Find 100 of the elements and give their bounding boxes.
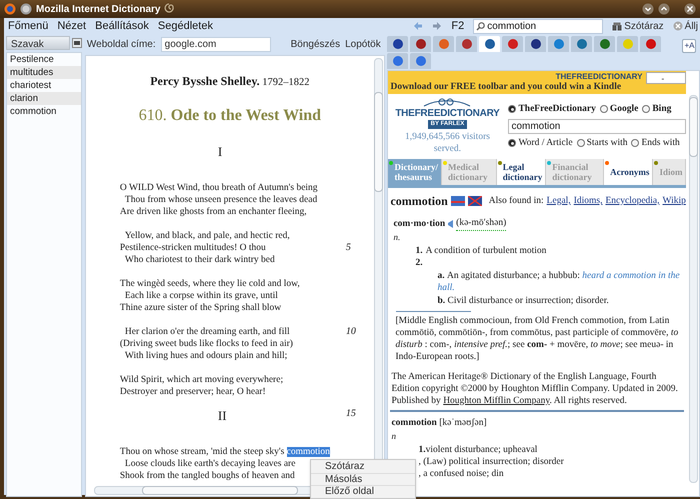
circle-icon [20,3,32,15]
sense-number: 1. [418,444,426,456]
menu-item[interactable]: Segédletek [158,18,213,34]
line-number: 10 [346,326,356,338]
back-arrow-icon [413,21,424,31]
toolbar-link-button[interactable]: Lopótök [345,37,381,52]
word-list-item[interactable]: clarion [7,92,81,105]
minimize-icon [642,3,654,15]
poem-line: Shook from the tangled boughs of heaven and [120,470,295,482]
radio-option[interactable]: Starts with [576,136,628,150]
menu-item[interactable]: Nézet [57,18,86,34]
poem-line: Pestilence-stricken multitudes! O thou [120,242,266,254]
search-icon [476,22,486,30]
logo-text: THEFREEDICTIONARY [395,107,500,120]
section-heading: I [218,142,222,161]
definition: b. Civil disturbance or insurrection; disorder. [437,296,609,306]
site-tab[interactable] [387,36,408,52]
poem-line: Are driven like ghosts from an enchanter fleeing, [120,206,307,218]
menu-item[interactable]: Szótáraz [311,461,415,473]
scrollbar-thumb[interactable] [142,486,298,495]
site-tab[interactable] [502,36,524,52]
scrollbar-thumb[interactable] [689,97,698,157]
radio-button[interactable] [600,105,608,114]
link[interactable]: Wikip [662,194,686,208]
poem-line: Thou on whose stream, 'mid the steep sky's commotion [120,446,330,458]
radio-button[interactable] [508,105,516,114]
sense-number: 1. [415,244,423,257]
link[interactable]: Idioms, [574,194,602,208]
definition: violent disturbance; upheaval [426,444,538,456]
site-tab[interactable] [571,36,592,52]
radio-option[interactable]: TheFreeDictionary [508,102,596,116]
menu-item[interactable]: Főmenü [8,18,48,34]
site-tab[interactable] [525,36,546,52]
definition: , a confused noise; din [418,468,504,480]
glasses-icon [422,97,472,107]
poem-line: Thine azure sister of the Spring shall blow [120,302,282,314]
poem-author: Percy Bysshe Shelley. 1792–1822 [149,73,311,90]
forward-arrow-icon [432,21,442,31]
poem-line: Destroyer and preserver; hear, O hear! [120,386,266,398]
part-of-speech: n [390,430,397,443]
flag-icon [468,196,482,206]
pronunciation: (kə-mō′shən) [456,216,506,232]
font-size-button[interactable]: +A [682,39,696,53]
section-heading: II [218,406,227,425]
dictionary-search-field[interactable]: commotion [508,119,686,134]
menu-item[interactable]: Beállítások [95,18,149,34]
poem-line: Yellow, and black, and pale, and hectic red, [124,230,290,242]
site-tab[interactable] [456,36,478,52]
poem-line: With living hues and odours plain and hill; [124,350,288,362]
close-icon [684,3,696,15]
line-number: 15 [346,406,356,421]
radio-button[interactable] [576,139,585,148]
poem-line: Her clarion o'er the dreaming earth, and fill [124,326,290,338]
word-list-item[interactable]: multitudes [7,66,81,79]
sense-number: 2. [415,256,423,269]
shortcut-label: F2 [451,18,464,34]
globe-icon [4,3,16,15]
radio-button[interactable] [631,139,640,148]
words-header-button[interactable]: Szavak [6,36,70,50]
stop-button[interactable]: Állj [672,18,698,34]
radio-option[interactable]: Word / Article [508,136,573,150]
site-select[interactable]: - [646,72,686,84]
scrollbar-thumb[interactable] [374,92,384,192]
headword: commotion [390,193,448,210]
part-of-speech: n. [392,231,402,244]
poem-line: Loose clouds like earth's decaying leaves are [124,458,296,470]
poem-line: (Driving sweet buds like flocks to feed in air) [120,338,293,350]
toolbar-link-button[interactable]: Böngészés [290,37,340,52]
radio-option[interactable]: Bing [642,102,672,116]
site-tab[interactable] [410,36,432,52]
poem-line: Thou from whose unseen presence the leaves dead [124,194,318,206]
menu-item[interactable]: Másolás [311,473,415,485]
link[interactable]: Legal, [546,194,571,208]
poem-line: Each like a corpse within its grave, until [124,290,278,302]
menu-item[interactable]: Előző oldal [311,485,415,497]
radio-option[interactable]: Google [600,102,638,116]
address-label: Weboldal címe: [86,38,156,52]
poem-line: The wingèd seeds, where they lie cold and low, [120,278,300,290]
radio-option[interactable]: Ends with [631,136,680,150]
radio-button[interactable] [508,139,516,148]
search-field[interactable]: commotion [473,18,604,34]
site-tab[interactable] [640,36,662,52]
also-found-label: Also found in: [488,194,544,208]
copyright-notice: The American Heritage® Dictionary of the English Language, Fourth Edition copyright ©2000 by Houghton Mifflin Company. Updated in 2009. Published by Houghton Mifflin Company. All rights reserved. [390,370,679,407]
panel-icon [72,38,82,48]
link[interactable]: Encyclopedia, [605,194,660,208]
address-field[interactable]: google.com [160,37,271,52]
dictionary-tab[interactable]: Acronyms [604,159,654,185]
site-tab[interactable] [479,36,500,52]
lookup-button[interactable]: Szótáraz [612,18,664,34]
binoculars-icon [612,22,622,30]
visitor-count: 1,949,645,566 visitors served. [404,131,491,155]
poem-line: Who chariotest to their dark wintry bed [124,254,275,266]
speaker-icon [447,220,454,228]
site-tab[interactable] [594,36,616,52]
link[interactable]: Houghton Mifflin Company [443,396,550,406]
dictionary-tab[interactable]: Legal dictionary [496,159,546,185]
line-number: 5 [346,242,351,254]
flag-icon [450,196,465,206]
radio-button[interactable] [642,105,650,114]
